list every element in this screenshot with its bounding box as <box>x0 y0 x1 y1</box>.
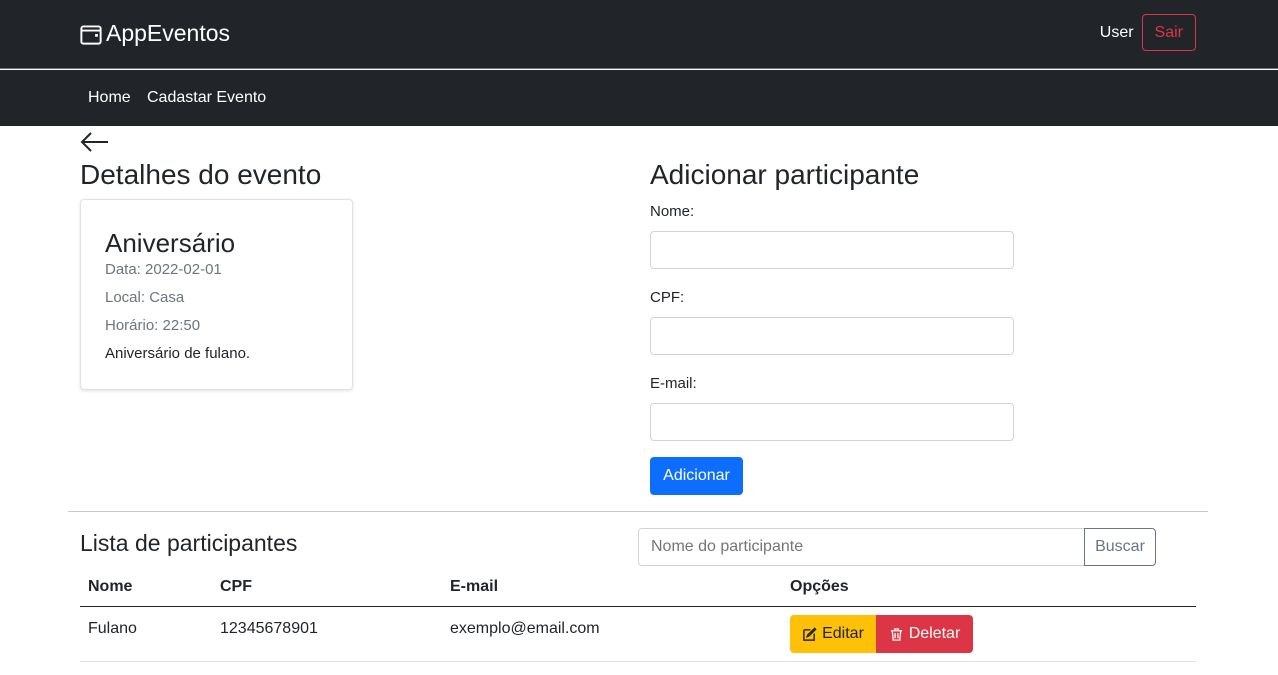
participants-heading: Lista de participantes <box>80 530 298 556</box>
nav-item-cadastrar-evento[interactable]: Cadastar Evento <box>147 89 266 107</box>
table-header-border <box>80 606 1196 607</box>
event-card: Aniversário Data: 2022-02-01 Local: Casa… <box>80 199 353 390</box>
edit-button[interactable]: Editar <box>790 615 876 653</box>
calendar-icon <box>80 24 102 45</box>
table-row-border <box>80 661 1196 662</box>
cell-name: Fulano <box>88 620 137 637</box>
logout-button[interactable]: Sair <box>1141 14 1196 51</box>
edit-button-label: Editar <box>822 625 864 642</box>
details-heading: Detalhes do evento <box>80 159 322 190</box>
event-date: Data: 2022-02-01 <box>105 261 222 278</box>
search-input[interactable] <box>638 528 1085 566</box>
column-header-name: Nome <box>88 578 133 595</box>
cell-email: exemplo@email.com <box>450 620 600 637</box>
top-navbar: AppEventos User Sair <box>0 0 1278 69</box>
trash-icon <box>890 627 902 641</box>
event-time: Horário: 22:50 <box>105 317 201 334</box>
nav-item-home[interactable]: Home <box>88 89 131 107</box>
cpf-label: CPF: <box>650 289 685 306</box>
column-header-options: Opções <box>790 578 849 595</box>
event-place: Local: Casa <box>105 289 185 306</box>
brand[interactable]: AppEventos <box>80 20 230 47</box>
column-header-cpf: CPF <box>220 578 252 595</box>
delete-button[interactable]: Deletar <box>876 615 973 653</box>
add-participant-heading: Adicionar participante <box>650 159 920 190</box>
cell-cpf: 12345678901 <box>220 620 318 637</box>
name-label: Nome: <box>650 203 695 220</box>
edit-icon <box>803 626 817 641</box>
divider <box>68 511 1208 512</box>
event-description: Aniversário de fulano. <box>105 345 251 362</box>
cpf-input[interactable] <box>650 317 1014 355</box>
email-input[interactable] <box>650 403 1014 441</box>
user-label: User <box>1099 23 1134 41</box>
column-header-email: E-mail <box>450 578 499 595</box>
search-button[interactable]: Buscar <box>1084 528 1156 566</box>
back-arrow-icon[interactable] <box>80 131 110 153</box>
add-participant-button[interactable]: Adicionar <box>650 457 743 495</box>
delete-button-label: Deletar <box>908 625 961 642</box>
event-title: Aniversário <box>105 228 236 258</box>
email-label: E-mail: <box>650 375 697 392</box>
brand-label: AppEventos <box>106 20 231 46</box>
secondary-navbar: Home Cadastar Evento <box>0 70 1278 126</box>
name-input[interactable] <box>650 231 1014 269</box>
